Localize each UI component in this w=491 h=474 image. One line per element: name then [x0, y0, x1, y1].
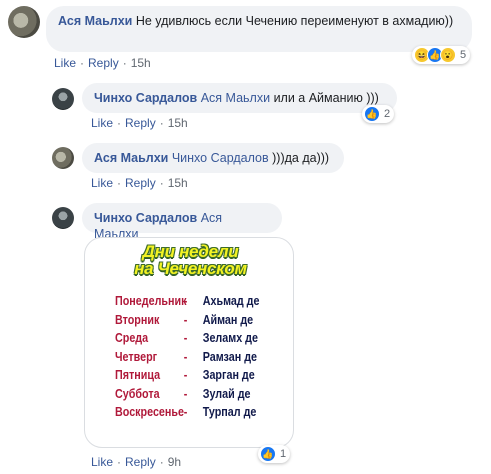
- comment-bubble: Чинхо Сардалов Ася Маьлхи или а Айманию …: [82, 83, 397, 113]
- day-row: Воскресенье - Турпал де: [115, 405, 256, 424]
- days-list: Понедельник - Ахьмад де Вторник - Айман де С…: [115, 294, 267, 424]
- day-name: Вторник: [115, 312, 160, 327]
- comment-actions: Like · Reply · 15h: [91, 176, 188, 190]
- day-name: Воскресенье: [115, 405, 184, 419]
- timestamp[interactable]: 15h: [168, 116, 188, 130]
- comment-mention[interactable]: Чинхо Сардалов: [172, 151, 269, 165]
- day-chechen-name: Зулай де: [202, 386, 251, 401]
- day-name: Суббота: [115, 386, 160, 401]
- day-chechen-name: Зарган де: [202, 368, 255, 382]
- like-icon: 👍: [260, 446, 276, 462]
- day-name: Понедельник: [115, 294, 187, 308]
- avatar[interactable]: [8, 6, 40, 38]
- day-dash: -: [183, 349, 188, 364]
- reaction-count: 5: [460, 49, 467, 61]
- comment-mention[interactable]: Ася Маьлхи: [201, 91, 270, 105]
- day-row: Понедельник - Ахьмад де: [115, 294, 259, 313]
- comment-actions: Like · Reply · 15h: [91, 116, 188, 130]
- comment-actions: Like · Reply · 15h: [54, 56, 151, 70]
- day-dash: -: [183, 294, 188, 308]
- day-row: Пятница - Зарган де: [115, 368, 255, 387]
- comment-author[interactable]: Ася Маьлхи: [94, 151, 168, 165]
- comment-text: Не удивлюсь если Чечению переименуют в а…: [135, 14, 454, 28]
- day-chechen-name: Айман де: [202, 312, 254, 327]
- reaction-count: 2: [384, 108, 391, 120]
- comment-author[interactable]: Чинхо Сардалов: [94, 211, 197, 225]
- comment-actions: Like · Reply · 9h: [91, 455, 182, 469]
- image-title-line-2: на Чеченском: [134, 259, 247, 278]
- comment-text: )))да да))): [272, 151, 330, 165]
- timestamp[interactable]: 15h: [131, 56, 151, 70]
- reaction-summary[interactable]: 👍 1: [258, 445, 291, 463]
- day-chechen-name: Турпал де: [202, 405, 257, 419]
- day-name: Среда: [115, 331, 149, 345]
- like-icon: 👍: [364, 106, 380, 122]
- comment-author[interactable]: Чинхо Сардалов: [94, 91, 197, 105]
- days-of-week-image: Дни недели на Чеченском Понедельник - Ахьм…: [109, 242, 272, 440]
- day-chechen-name: Зеламх де: [202, 331, 258, 345]
- comment-author[interactable]: Ася Маьлхи: [58, 14, 132, 28]
- day-row: Среда - Зеламх де: [115, 331, 258, 350]
- reply-button[interactable]: Reply: [88, 56, 119, 70]
- day-row: Четверг - Рамзан де: [115, 349, 257, 369]
- image-title-line-1: Дни недели: [142, 242, 239, 261]
- reply-button[interactable]: Reply: [125, 176, 156, 190]
- reaction-count: 1: [280, 448, 287, 460]
- timestamp[interactable]: 15h: [168, 176, 188, 190]
- day-dash: -: [183, 312, 188, 327]
- day-dash: -: [183, 331, 188, 345]
- avatar[interactable]: [52, 147, 74, 169]
- day-dash: -: [183, 405, 188, 419]
- comment-bubble: Чинхо Сардалов Ася Маьлхи: [82, 203, 282, 241]
- day-dash: -: [183, 368, 188, 382]
- reply-button[interactable]: Reply: [125, 116, 156, 130]
- comment-text: или а Айманию ))): [273, 91, 379, 105]
- comment-bubble: Ася Маьлхи Не удивлюсь если Чечению пере…: [46, 6, 472, 52]
- reaction-summary[interactable]: 👍 2: [362, 105, 395, 123]
- wow-icon: 😮: [440, 47, 456, 63]
- day-name: Четверг: [115, 349, 158, 364]
- day-row: Суббота - Зулай де: [115, 386, 251, 406]
- day-chechen-name: Ахьмад де: [202, 294, 260, 308]
- avatar[interactable]: [52, 207, 74, 229]
- like-button[interactable]: Like: [91, 176, 113, 190]
- day-name: Пятница: [115, 368, 161, 382]
- reaction-summary[interactable]: 😆 👍 😮 5: [412, 46, 471, 64]
- comment-bubble: Ася Маьлхи Чинхо Сардалов )))да да))): [82, 143, 344, 173]
- like-button[interactable]: Like: [91, 116, 113, 130]
- comment-image[interactable]: Дни недели на Чеченском Понедельник - Ахьм…: [84, 237, 294, 448]
- avatar[interactable]: [52, 88, 74, 110]
- day-row: Вторник - Айман де: [115, 312, 253, 332]
- timestamp[interactable]: 9h: [168, 455, 181, 469]
- like-button[interactable]: Like: [54, 56, 76, 70]
- reply-button[interactable]: Reply: [125, 455, 156, 469]
- day-chechen-name: Рамзан де: [202, 349, 258, 364]
- like-button[interactable]: Like: [91, 455, 113, 469]
- day-dash: -: [183, 386, 188, 401]
